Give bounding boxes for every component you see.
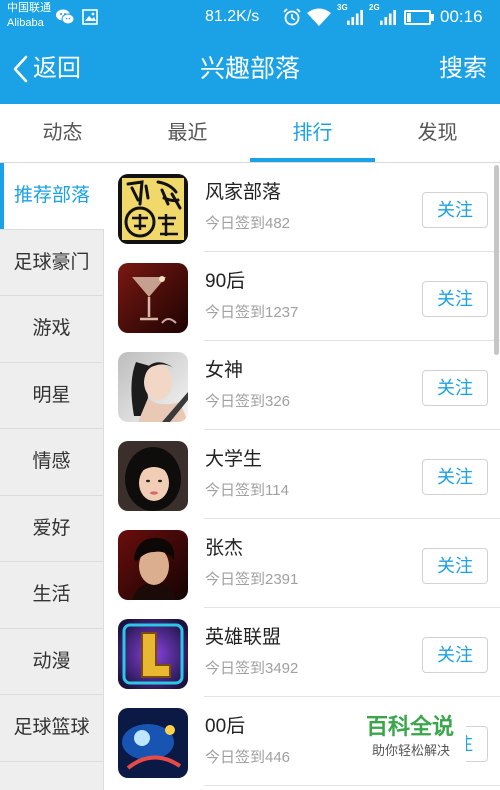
- page-title: 兴趣部落: [199, 55, 300, 83]
- status-bar: 中国联通 Alibaba 81.2K/s 3G 2G 00:16: [0, 0, 500, 34]
- tab-discover[interactable]: 发现: [375, 104, 500, 162]
- tribe-ranking-list: 风家部落 今日签到482 关注 90后 今日签到1237 关注 女神 今日签到3…: [104, 163, 500, 790]
- sidebar-item-label: 动漫: [32, 650, 71, 672]
- net-speed: 81.2K/s: [205, 8, 260, 25]
- app-header: 返回 兴趣部落 搜索: [0, 34, 500, 104]
- sidebar-item-label: 情感: [32, 451, 71, 472]
- list-item[interactable]: 女神 今日签到326 关注: [104, 341, 500, 430]
- alarm-icon: [283, 8, 301, 26]
- sidebar-item-label: 足球篮球: [13, 717, 90, 738]
- list-scrollbar[interactable]: [494, 165, 499, 355]
- tribe-name: 大学生: [205, 449, 263, 470]
- tab-bar: 动态 最近 排行 发现: [0, 104, 500, 163]
- signal-icon: [380, 9, 396, 26]
- sidebar-item-partial[interactable]: [0, 761, 104, 790]
- follow-button[interactable]: 关注: [422, 370, 488, 406]
- tribe-checkins: 今日签到3492: [205, 660, 299, 677]
- tribe-avatar: [118, 263, 188, 333]
- tab-label: 排行: [292, 122, 333, 144]
- follow-button[interactable]: 关注: [422, 192, 488, 228]
- sidebar-item-football-basketball[interactable]: 足球篮球: [0, 695, 104, 762]
- wifi-icon: [307, 8, 331, 26]
- back-label: 返回: [33, 55, 81, 82]
- battery-level: [407, 13, 411, 22]
- tribe-name: 张杰: [205, 538, 244, 559]
- sidebar-item-label: 明星: [32, 384, 71, 406]
- sidebar-item-recommended[interactable]: 推荐部落: [0, 163, 104, 230]
- clock: 00:16: [440, 7, 483, 26]
- tribe-name: 女神: [205, 360, 244, 381]
- list-item[interactable]: 英雄联盟 今日签到3492 关注: [104, 608, 500, 697]
- tab-ranking[interactable]: 排行: [250, 104, 375, 162]
- sidebar-item-label: 爱好: [32, 517, 71, 539]
- list-item[interactable]: 风家部落 今日签到482 关注: [104, 163, 500, 252]
- tribe-avatar: [118, 441, 188, 511]
- carrier-label: 中国联通: [7, 2, 51, 14]
- sidebar-active-indicator: [0, 163, 4, 229]
- tab-label: 发现: [417, 122, 458, 144]
- tribe-checkins: 今日签到482: [205, 215, 291, 232]
- follow-button[interactable]: 关注: [422, 281, 488, 317]
- tab-label: 最近: [167, 122, 208, 144]
- tribe-name: 00后: [205, 716, 246, 737]
- sidebar-item-label: 生活: [32, 584, 71, 605]
- sidebar-item-emotion[interactable]: 情感: [0, 429, 104, 496]
- sidebar-item-life[interactable]: 生活: [0, 562, 104, 629]
- follow-button[interactable]: 关注: [422, 548, 488, 584]
- tribe-checkins: 今日签到446: [205, 749, 291, 766]
- tribe-avatar: [118, 619, 188, 689]
- tribe-checkins: 今日签到114: [205, 482, 289, 499]
- search-button[interactable]: 搜索: [439, 53, 487, 85]
- divider: [204, 785, 500, 786]
- watermark-slogan: 助你轻松解决: [372, 743, 451, 758]
- follow-button[interactable]: 关注: [422, 459, 488, 495]
- battery-icon: [404, 10, 435, 25]
- sidebar-item-label: 足球豪门: [13, 251, 90, 273]
- sidebar-item-label: 游戏: [32, 318, 71, 339]
- list-item[interactable]: 张杰 今日签到2391 关注: [104, 519, 500, 608]
- tab-dynamic[interactable]: 动态: [0, 104, 125, 162]
- follow-button[interactable]: 关注: [422, 637, 488, 673]
- tribe-avatar: [118, 352, 188, 422]
- watermark-brand: 百科全说: [366, 714, 455, 739]
- category-sidebar: 推荐部落 足球豪门 游戏 明星 情感 爱好 生活 动漫 足球篮球: [0, 163, 104, 790]
- watermark: 百科全说 助你轻松解决: [360, 712, 466, 764]
- sidebar-item-stars[interactable]: 明星: [0, 362, 104, 429]
- image-icon: [82, 9, 98, 25]
- back-button[interactable]: 返回: [10, 53, 81, 85]
- carrier-sub-label: Alibaba: [7, 17, 44, 29]
- sidebar-item-games[interactable]: 游戏: [0, 296, 104, 363]
- tribe-name: 英雄联盟: [205, 627, 282, 648]
- tribe-checkins: 今日签到326: [205, 393, 291, 410]
- signal-icon: [347, 9, 363, 26]
- tribe-name: 风家部落: [205, 182, 282, 203]
- network-type-2: 2G: [369, 3, 380, 12]
- tribe-avatar: [118, 708, 188, 778]
- sidebar-item-anime[interactable]: 动漫: [0, 628, 104, 695]
- list-item[interactable]: 90后 今日签到1237 关注: [104, 252, 500, 341]
- tribe-checkins: 今日签到2391: [205, 571, 299, 588]
- sidebar-item-football-clubs[interactable]: 足球豪门: [0, 229, 104, 296]
- wechat-icon: [56, 9, 74, 25]
- tribe-avatar: [118, 530, 188, 600]
- tribe-checkins: 今日签到1237: [205, 304, 299, 321]
- tab-active-indicator: [250, 158, 375, 162]
- tab-label: 动态: [42, 122, 83, 144]
- list-item[interactable]: 大学生 今日签到114 关注: [104, 430, 500, 519]
- chevron-left-icon: [13, 55, 28, 83]
- tab-recent[interactable]: 最近: [125, 104, 250, 162]
- tribe-avatar: [118, 174, 188, 244]
- sidebar-item-label: 推荐部落: [13, 185, 90, 206]
- sidebar-item-hobbies[interactable]: 爱好: [0, 495, 104, 562]
- tribe-name: 90后: [205, 271, 246, 292]
